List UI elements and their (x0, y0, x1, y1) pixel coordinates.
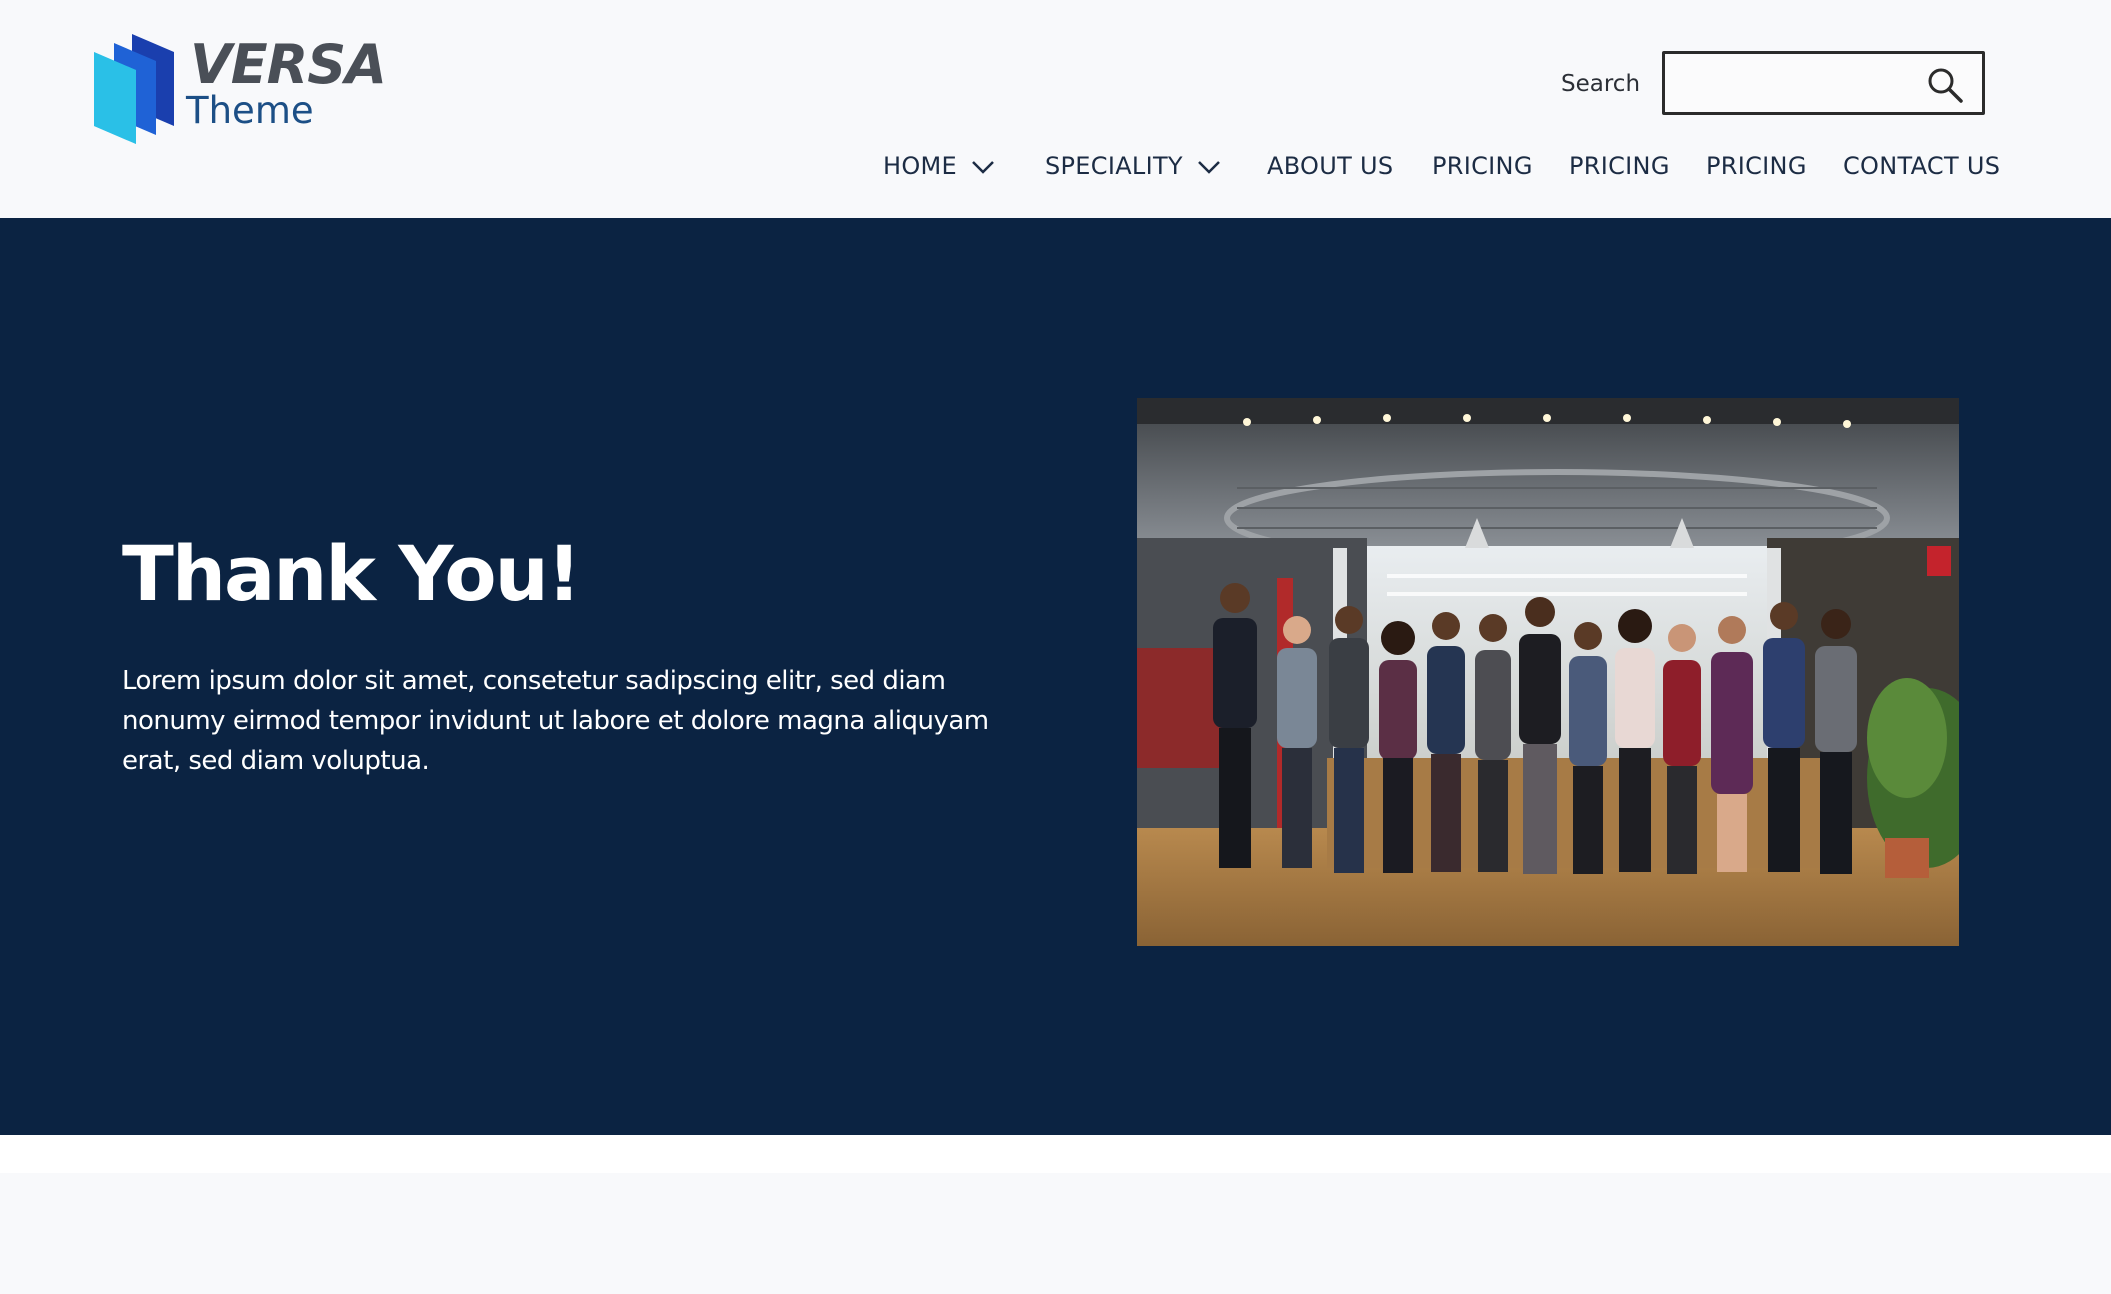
main-nav: HOME SPECIALITY ABOUT US PRICING PRICING… (0, 152, 2111, 192)
hero-description: Lorem ipsum dolor sit amet, consetetur s… (122, 666, 989, 776)
brand-logo[interactable]: VERSA Theme (94, 34, 394, 146)
nav-item-label: SPECIALITY (1045, 152, 1183, 180)
nav-item-label: PRICING (1569, 152, 1670, 180)
nav-item-label: ABOUT US (1267, 152, 1394, 180)
site-header: VERSA Theme Search HOME SPECIALITY ABOUT… (0, 0, 2111, 218)
team-photo (1137, 398, 1959, 946)
search-icon[interactable] (1926, 66, 1964, 108)
nav-item-speciality[interactable]: SPECIALITY (1045, 152, 1221, 180)
footer-area (0, 1173, 2111, 1294)
nav-item-label: PRICING (1706, 152, 1807, 180)
chevron-down-icon (971, 152, 995, 180)
nav-item-label: CONTACT US (1843, 152, 2001, 180)
chevron-down-icon (1197, 152, 1221, 180)
nav-item-about-us[interactable]: ABOUT US (1267, 152, 1393, 180)
brand-tagline: Theme (186, 89, 314, 132)
brand-name: VERSA (190, 33, 387, 96)
divider-strip (0, 1135, 2111, 1173)
nav-item-pricing[interactable]: PRICING (1569, 152, 1670, 180)
logo-mark-icon (94, 34, 174, 144)
nav-item-contact-us[interactable]: CONTACT US (1843, 152, 2000, 180)
search-input[interactable] (1677, 64, 1921, 104)
search-box (1662, 51, 1985, 115)
nav-item-home[interactable]: HOME (883, 152, 995, 180)
nav-item-label: PRICING (1432, 152, 1533, 180)
nav-item-label: HOME (883, 152, 958, 180)
hero-section: Thank You! Lorem ipsum dolor sit amet, c… (0, 218, 2111, 1135)
search-label: Search (1561, 71, 1641, 97)
nav-item-pricing[interactable]: PRICING (1706, 152, 1807, 180)
nav-item-pricing[interactable]: PRICING (1432, 152, 1533, 180)
page-title: Thank You! (122, 529, 581, 618)
